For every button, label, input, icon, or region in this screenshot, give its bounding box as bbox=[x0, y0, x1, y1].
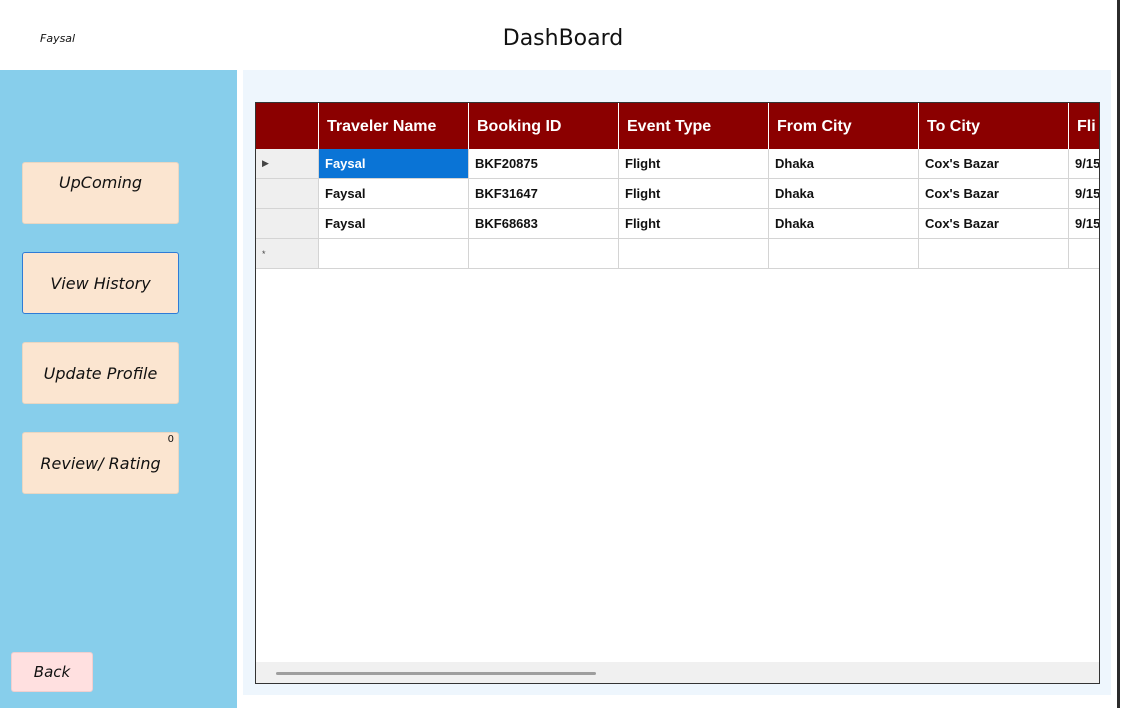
back-button[interactable]: Back bbox=[11, 652, 93, 692]
table-cell[interactable]: BKF20875 bbox=[469, 149, 619, 179]
horizontal-scrollbar[interactable] bbox=[256, 662, 1099, 683]
column-header-booking-id[interactable]: Booking ID bbox=[469, 103, 619, 149]
table-cell[interactable]: Cox's Bazar bbox=[919, 209, 1069, 239]
table-cell[interactable]: Flight bbox=[619, 149, 769, 179]
grid-corner-header[interactable] bbox=[256, 103, 319, 149]
view-history-button[interactable]: View History bbox=[22, 252, 179, 314]
table-cell[interactable]: Flight bbox=[619, 179, 769, 209]
back-button-label: Back bbox=[33, 663, 71, 681]
column-header-from-city[interactable]: From City bbox=[769, 103, 919, 149]
table-cell[interactable]: Dhaka bbox=[769, 149, 919, 179]
upcoming-button-label: UpComing bbox=[58, 173, 143, 192]
table-cell[interactable]: 9/15 bbox=[1069, 179, 1099, 209]
table-cell[interactable]: Cox's Bazar bbox=[919, 149, 1069, 179]
row-header-new[interactable]: * bbox=[256, 239, 319, 269]
new-row[interactable]: * bbox=[256, 239, 1099, 269]
table-cell[interactable]: BKF68683 bbox=[469, 209, 619, 239]
page-title: DashBoard bbox=[502, 26, 624, 51]
table-cell[interactable]: Dhaka bbox=[769, 209, 919, 239]
table-cell[interactable]: BKF31647 bbox=[469, 179, 619, 209]
table-cell[interactable]: Flight bbox=[619, 209, 769, 239]
window-edge bbox=[1117, 0, 1120, 708]
table-row[interactable]: ▶ Faysal BKF20875 Flight Dhaka Cox's Baz… bbox=[256, 149, 1099, 179]
table-cell[interactable]: 9/15 bbox=[1069, 149, 1099, 179]
review-rating-button-label: Review/ Rating bbox=[40, 453, 161, 473]
upcoming-button[interactable]: UpComing bbox=[22, 162, 179, 224]
table-cell[interactable] bbox=[469, 239, 619, 269]
table-cell[interactable] bbox=[769, 239, 919, 269]
table-cell[interactable] bbox=[319, 239, 469, 269]
bookings-grid[interactable]: Traveler Name Booking ID Event Type From… bbox=[255, 102, 1100, 684]
table-cell[interactable]: Faysal bbox=[319, 149, 469, 179]
table-cell[interactable]: Cox's Bazar bbox=[919, 179, 1069, 209]
update-profile-button[interactable]: Update Profile bbox=[22, 342, 179, 404]
scrollbar-thumb[interactable] bbox=[276, 672, 596, 675]
review-rating-button[interactable]: Review/ Rating 0 bbox=[22, 432, 179, 494]
table-cell[interactable]: Faysal bbox=[319, 209, 469, 239]
update-profile-button-label: Update Profile bbox=[43, 363, 158, 383]
table-cell[interactable]: Faysal bbox=[319, 179, 469, 209]
table-cell[interactable]: 9/15 bbox=[1069, 209, 1099, 239]
column-header-event-type[interactable]: Event Type bbox=[619, 103, 769, 149]
grid-header-row: Traveler Name Booking ID Event Type From… bbox=[256, 103, 1099, 149]
table-row[interactable]: Faysal BKF68683 Flight Dhaka Cox's Bazar… bbox=[256, 209, 1099, 239]
table-cell[interactable]: Dhaka bbox=[769, 179, 919, 209]
table-row[interactable]: Faysal BKF31647 Flight Dhaka Cox's Bazar… bbox=[256, 179, 1099, 209]
table-cell[interactable] bbox=[1069, 239, 1099, 269]
row-header[interactable] bbox=[256, 209, 319, 239]
column-header-to-city[interactable]: To City bbox=[919, 103, 1069, 149]
review-count-badge: 0 bbox=[167, 434, 174, 445]
row-header-current[interactable]: ▶ bbox=[256, 149, 319, 179]
view-history-button-label: View History bbox=[50, 273, 151, 293]
column-header-traveler-name[interactable]: Traveler Name bbox=[319, 103, 469, 149]
table-cell[interactable] bbox=[619, 239, 769, 269]
column-header-flight-date[interactable]: Fli bbox=[1069, 103, 1099, 149]
row-header[interactable] bbox=[256, 179, 319, 209]
table-cell[interactable] bbox=[919, 239, 1069, 269]
